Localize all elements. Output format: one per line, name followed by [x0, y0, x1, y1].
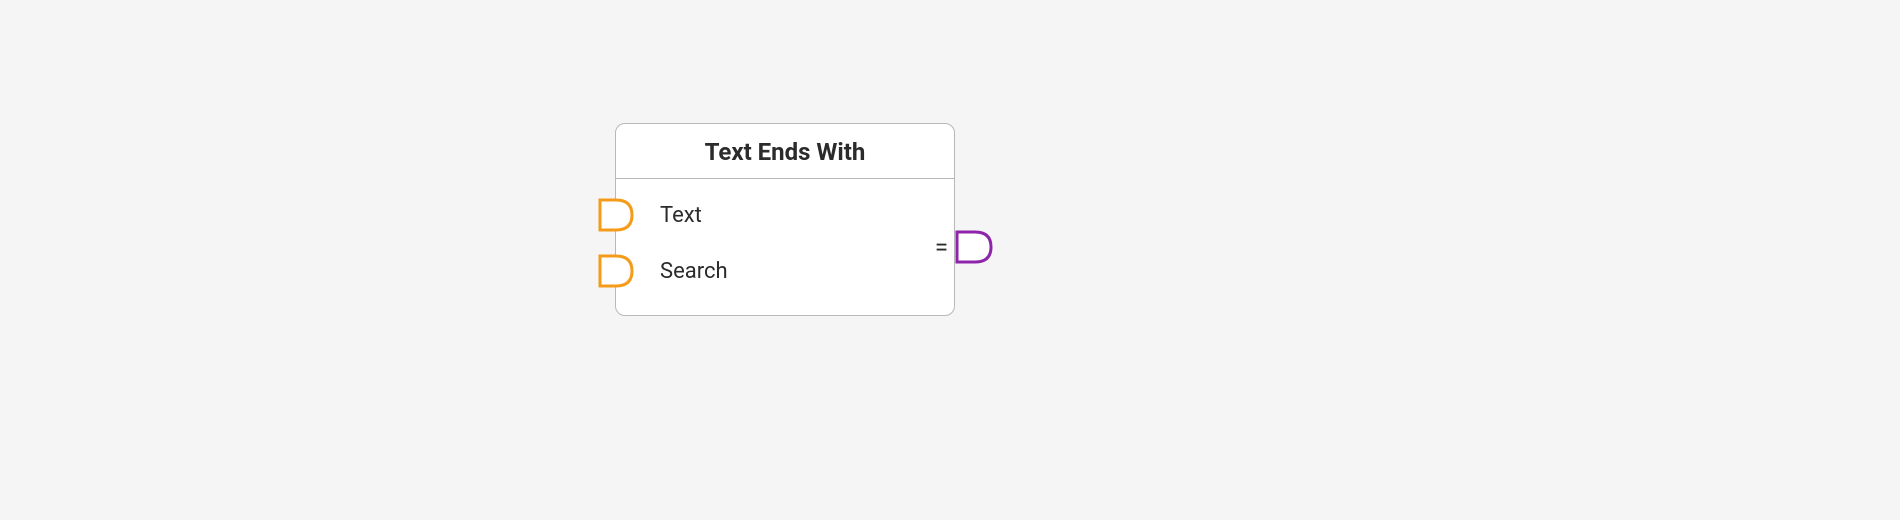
output-port[interactable]	[953, 230, 995, 264]
input-port-text[interactable]	[596, 198, 636, 232]
input-label-search: Search	[660, 259, 728, 284]
port-icon	[953, 230, 995, 264]
output-label: =	[935, 233, 948, 261]
node-title: Text Ends With	[705, 138, 866, 166]
input-port-row-search: Search	[616, 243, 954, 299]
node-text-ends-with[interactable]: Text Ends With Text Search	[615, 123, 955, 316]
port-icon	[596, 198, 636, 232]
output-port-row: =	[935, 233, 954, 261]
node-body: Text Search =	[616, 179, 954, 315]
input-label-text: Text	[660, 203, 702, 228]
canvas: Text Ends With Text Search	[0, 0, 1900, 520]
input-port-search[interactable]	[596, 254, 636, 288]
port-icon	[596, 254, 636, 288]
input-port-row-text: Text	[616, 187, 954, 243]
node-header: Text Ends With	[616, 124, 954, 179]
